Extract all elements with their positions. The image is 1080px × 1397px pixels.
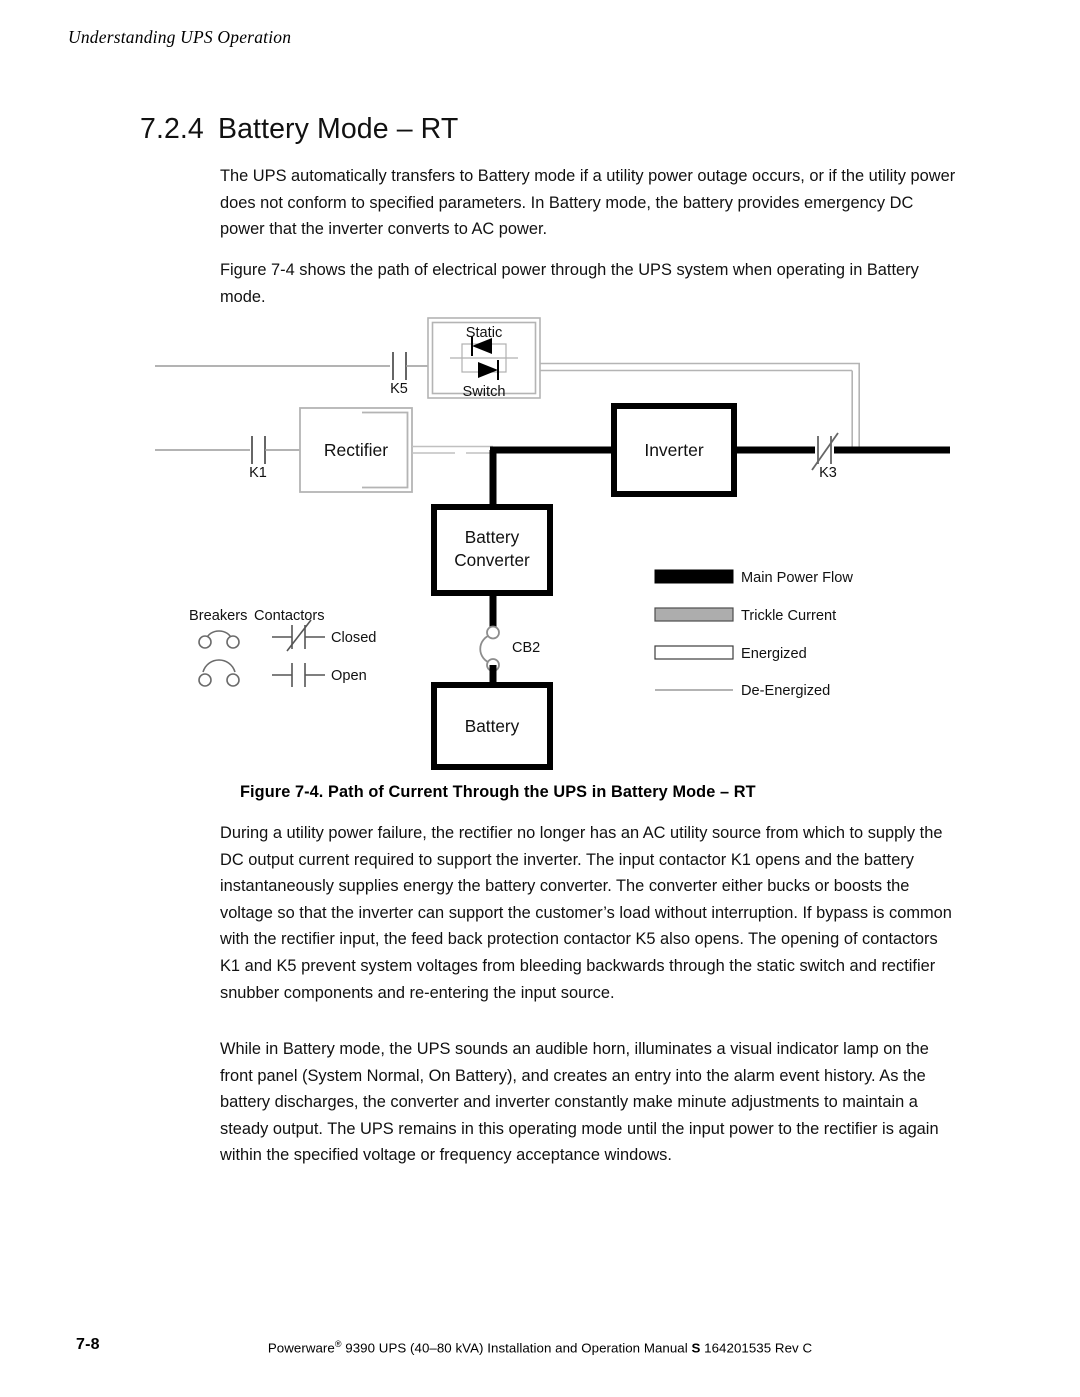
page-title: 7.2.4 Battery Mode – RT bbox=[140, 113, 458, 146]
section-title: Battery Mode – RT bbox=[218, 113, 459, 145]
paragraph-text: The UPS automatically transfers to Batte… bbox=[220, 167, 956, 239]
static-switch-label-top: Static bbox=[466, 325, 503, 341]
legend-swatch-energized bbox=[654, 645, 734, 660]
paragraph-while-battery-mode: While in Battery mode, the UPS sounds an… bbox=[220, 1036, 960, 1187]
legend-swatch-main-power-flow bbox=[654, 569, 734, 584]
paragraph-after-figure: During a utility power failure, the rect… bbox=[220, 820, 960, 1024]
key-closed-label: Closed bbox=[331, 630, 376, 646]
figure-caption: Figure 7-4. Path of Current Through the … bbox=[240, 783, 756, 801]
legend-label-de-energized: De-Energized bbox=[741, 683, 830, 699]
legend-label-energized: Energized bbox=[741, 646, 807, 662]
paragraph-text: During a utility power failure, the rect… bbox=[220, 824, 952, 1002]
footer-manual-line: Powerware® 9390 UPS (40–80 kVA) Installa… bbox=[0, 1339, 1080, 1355]
contactor-k1-open bbox=[251, 436, 300, 464]
legend-label-main-power-flow: Main Power Flow bbox=[741, 570, 853, 586]
footer-manual-docnum: 164201535 Rev C bbox=[700, 1340, 813, 1356]
legend-label-trickle-current: Trickle Current bbox=[741, 608, 836, 624]
battery-converter-label-1: Battery bbox=[465, 527, 520, 547]
breaker-cb2-closed bbox=[479, 625, 500, 672]
registered-trademark-icon: ® bbox=[334, 1339, 342, 1349]
contactor-k5-open bbox=[392, 352, 428, 380]
footer-manual-rest: 9390 UPS (40–80 kVA) Installation and Op… bbox=[341, 1340, 692, 1356]
ups-battery-mode-diagram: K5 Static Switch K1 Rectifier Inverter K… bbox=[0, 300, 1080, 780]
rectifier-label: Rectifier bbox=[324, 440, 388, 460]
running-header: Understanding UPS Operation bbox=[68, 27, 292, 47]
battery-converter-label-2: Converter bbox=[454, 550, 530, 570]
key-open-label: Open bbox=[331, 668, 367, 684]
wire-rectifier-dc-output bbox=[412, 445, 493, 454]
paragraph-intro: The UPS automatically transfers to Batte… bbox=[220, 163, 960, 261]
label-k5: K5 bbox=[390, 381, 408, 397]
inverter-label: Inverter bbox=[644, 440, 703, 460]
paragraph-text: While in Battery mode, the UPS sounds an… bbox=[220, 1040, 939, 1165]
key-contactor-closed-symbol bbox=[272, 619, 325, 652]
label-k1: K1 bbox=[249, 465, 267, 481]
battery-label: Battery bbox=[465, 716, 520, 736]
key-breaker-closed-symbol bbox=[198, 630, 240, 649]
label-cb2: CB2 bbox=[512, 640, 540, 656]
key-breaker-open-symbol bbox=[198, 659, 240, 687]
document-page: Understanding UPS Operation 7.2.4 Battery… bbox=[0, 0, 1080, 1397]
static-switch-label-bottom: Switch bbox=[463, 384, 506, 400]
key-breakers-heading: Breakers bbox=[189, 608, 247, 624]
key-contactor-open-symbol bbox=[272, 663, 325, 687]
footer-manual-prefix: Powerware bbox=[267, 1340, 335, 1356]
legend-swatch-trickle-current bbox=[654, 607, 734, 622]
label-k3: K3 bbox=[819, 465, 837, 481]
section-number: 7.2.4 bbox=[140, 113, 204, 145]
key-contactors-heading: Contactors bbox=[254, 608, 325, 624]
